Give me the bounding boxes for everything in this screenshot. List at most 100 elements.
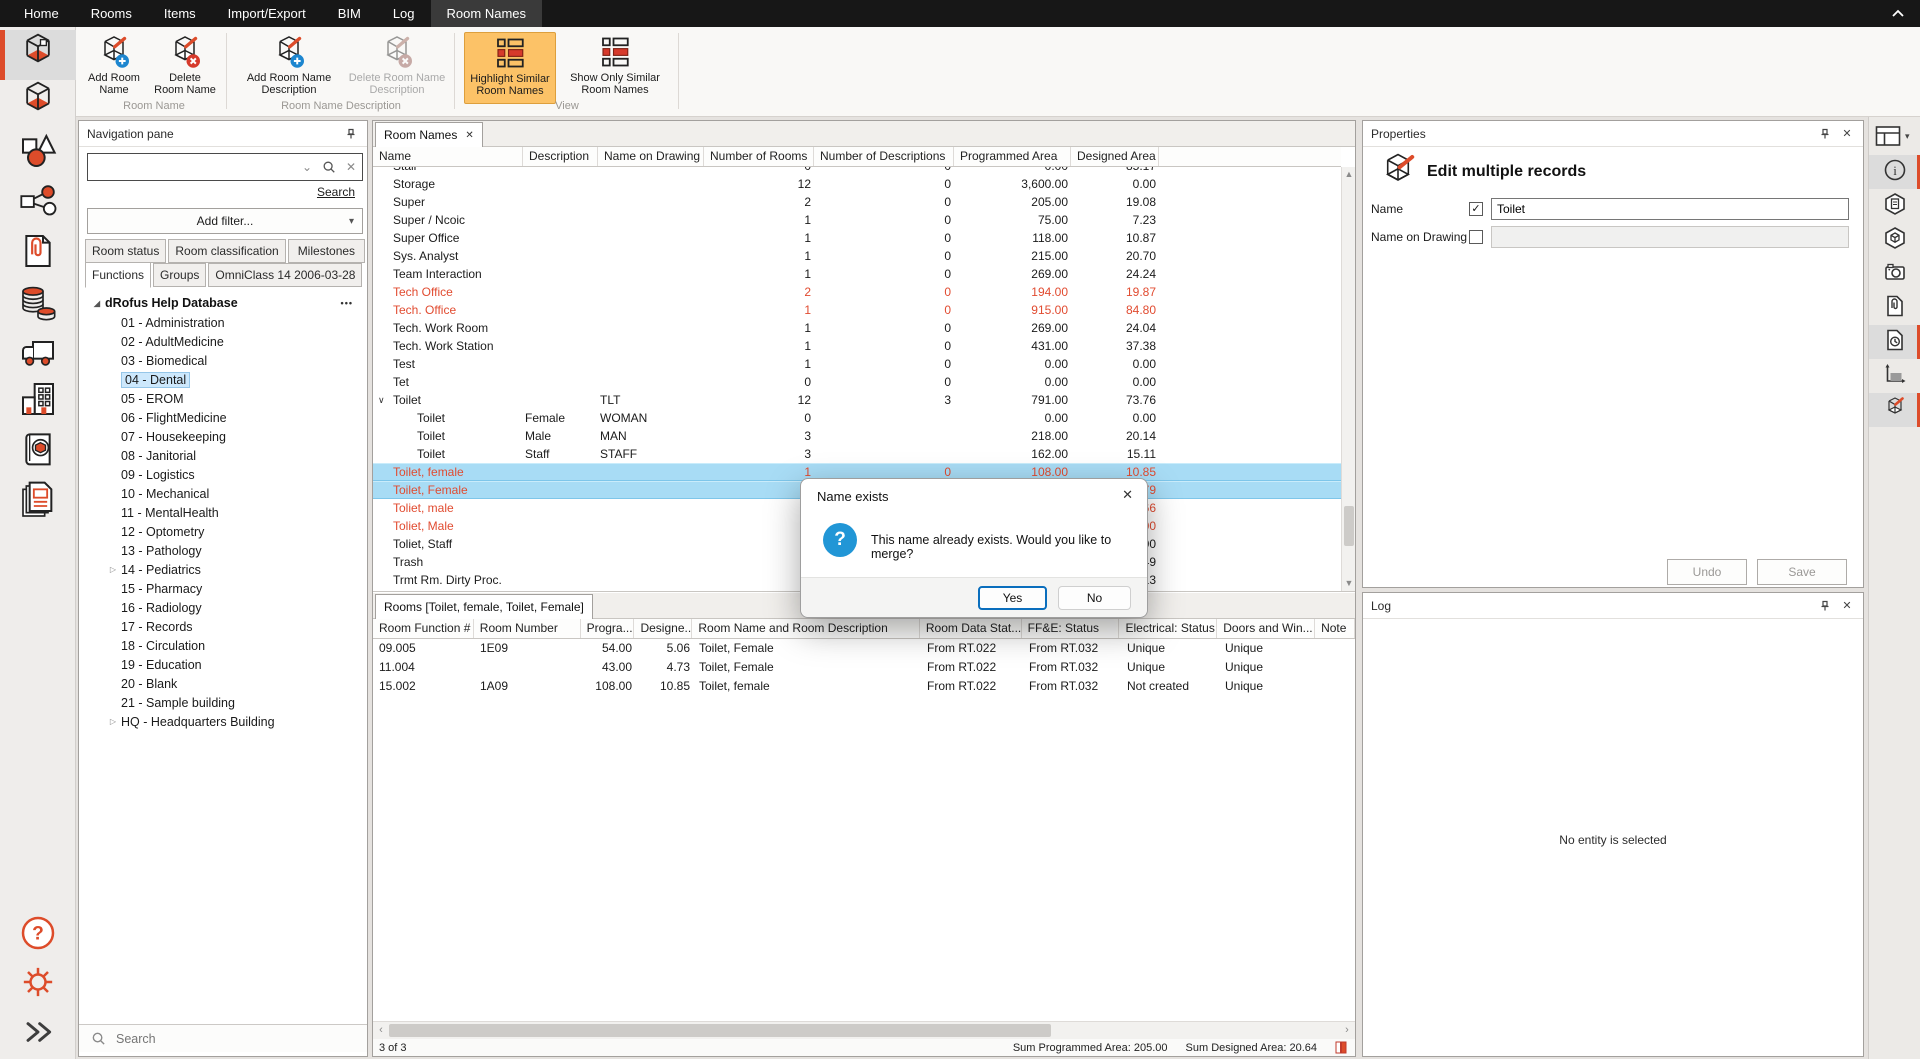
- tab-room-status[interactable]: Room status: [85, 239, 166, 263]
- table-row[interactable]: Storage1203,600.000.00: [373, 175, 1343, 193]
- column-header-name[interactable]: Name: [373, 147, 523, 166]
- sidebar-item-finance[interactable]: [0, 280, 76, 330]
- sidebar-item-items[interactable]: [0, 128, 76, 178]
- tool-item-attachments[interactable]: [1869, 291, 1920, 325]
- table-row[interactable]: Tech. Work Room10269.0024.04: [373, 319, 1343, 337]
- search-dropdown-icon[interactable]: ⌄: [296, 160, 318, 174]
- column-header-room-number[interactable]: Room Number: [474, 619, 581, 638]
- tree-item[interactable]: 15 - Pharmacy: [79, 579, 367, 598]
- tree-item[interactable]: 04 - Dental: [79, 370, 367, 389]
- column-header-room-name-and-room-description[interactable]: Room Name and Room Description: [692, 619, 920, 638]
- tool-item-graph[interactable]: [1869, 359, 1920, 393]
- search-icon[interactable]: [318, 160, 340, 175]
- titlebar-tab-import-export[interactable]: Import/Export: [212, 0, 322, 27]
- sidebar-item-reports[interactable]: [0, 478, 76, 528]
- sidebar-item-catalog[interactable]: [0, 428, 76, 478]
- checkbox-unchecked[interactable]: [1469, 230, 1483, 244]
- show-only-similar-room-names-button[interactable]: Show Only Similar Room Names: [560, 32, 670, 104]
- tab-rooms[interactable]: Rooms [Toilet, female, Toilet, Female]: [375, 594, 593, 619]
- tool-item-images[interactable]: [1869, 257, 1920, 291]
- tree-item[interactable]: 21 - Sample building: [79, 693, 367, 712]
- layout-button[interactable]: ▾: [1875, 125, 1910, 147]
- tab-room-classification[interactable]: Room classification: [168, 239, 285, 263]
- sidebar-item-systems[interactable]: [0, 179, 76, 229]
- sidebar-item-expand[interactable]: [0, 1009, 76, 1059]
- scroll-left-icon[interactable]: ‹: [373, 1022, 389, 1040]
- column-header-room-data-stat-[interactable]: Room Data Stat...: [920, 619, 1022, 638]
- table-row[interactable]: Super20205.0019.08: [373, 193, 1343, 211]
- room-row[interactable]: 11.00443.004.73Toilet, FemaleFrom RT.022…: [373, 658, 1357, 677]
- sidebar-item-room-function[interactable]: [0, 78, 76, 128]
- tool-item-model[interactable]: [1869, 223, 1920, 257]
- tree-item[interactable]: 03 - Biomedical: [79, 351, 367, 370]
- add-filter-button[interactable]: Add filter... ▾: [87, 208, 363, 234]
- table-row[interactable]: Tet000.000.00: [373, 373, 1343, 391]
- column-header-programmed-area[interactable]: Programmed Area: [954, 147, 1071, 166]
- sidebar-item-settings[interactable]: [0, 959, 76, 1009]
- tree-item[interactable]: 02 - AdultMedicine: [79, 332, 367, 351]
- no-button[interactable]: No: [1058, 586, 1131, 610]
- add-room-name-button[interactable]: Add Room Name: [82, 32, 146, 104]
- tree-item[interactable]: 17 - Records: [79, 617, 367, 636]
- scrollbar-thumb[interactable]: [389, 1024, 1051, 1037]
- tree-item[interactable]: 08 - Janitorial: [79, 446, 367, 465]
- close-icon[interactable]: ✕: [465, 130, 473, 141]
- column-header-room-function-[interactable]: Room Function #: [373, 619, 474, 638]
- titlebar-tab-rooms[interactable]: Rooms: [75, 0, 148, 27]
- tab-functions[interactable]: Functions: [85, 262, 151, 288]
- search-link[interactable]: Search: [317, 185, 355, 199]
- sidebar-item-help[interactable]: ?: [0, 910, 76, 960]
- table-row[interactable]: Team Interaction10269.0024.24: [373, 265, 1343, 283]
- tree-expanded-icon[interactable]: ◢: [91, 299, 103, 308]
- titlebar-tab-items[interactable]: Items: [148, 0, 212, 27]
- table-row[interactable]: Test100.000.00: [373, 355, 1343, 373]
- tab-groups[interactable]: Groups: [153, 263, 206, 287]
- tab-room-names[interactable]: Room Names ✕: [375, 122, 483, 147]
- sidebar-item-rooms[interactable]: [0, 30, 76, 80]
- table-row[interactable]: Tech. Work Station10431.0037.38: [373, 337, 1343, 355]
- pin-icon[interactable]: [1817, 126, 1833, 142]
- field-input-name-on-drawing[interactable]: [1491, 226, 1849, 248]
- tree-root[interactable]: ◢dRofus Help Database•••: [79, 293, 367, 313]
- table-row[interactable]: Sys. Analyst10215.0020.70: [373, 247, 1343, 265]
- column-header-progra-[interactable]: Progra...: [581, 619, 635, 638]
- scroll-right-icon[interactable]: ›: [1339, 1022, 1355, 1040]
- tree-item[interactable]: 01 - Administration: [79, 313, 367, 332]
- tree-item[interactable]: 18 - Circulation: [79, 636, 367, 655]
- tree-item[interactable]: 19 - Education: [79, 655, 367, 674]
- table-row[interactable]: Super Office10118.0010.87: [373, 229, 1343, 247]
- scroll-up-icon[interactable]: ▲: [1342, 167, 1356, 182]
- tree-item[interactable]: 11 - MentalHealth: [79, 503, 367, 522]
- sidebar-item-building[interactable]: [0, 376, 76, 426]
- tree-item[interactable]: 07 - Housekeeping: [79, 427, 367, 446]
- close-icon[interactable]: ✕: [1839, 126, 1855, 142]
- tree-item[interactable]: 09 - Logistics: [79, 465, 367, 484]
- ribbon-collapse-icon[interactable]: [1890, 6, 1906, 22]
- titlebar-tab-room-names[interactable]: Room Names: [431, 0, 542, 27]
- tree-item[interactable]: ▷HQ - Headquarters Building: [79, 712, 367, 731]
- field-input-name[interactable]: [1491, 198, 1849, 220]
- column-header-number-of-descriptions[interactable]: Number of Descriptions: [814, 147, 954, 166]
- yes-button[interactable]: Yes: [978, 586, 1047, 610]
- tree-collapsed-icon[interactable]: ▷: [107, 565, 119, 574]
- table-row[interactable]: Tech. Office10915.0084.80: [373, 301, 1343, 319]
- tree-item[interactable]: 13 - Pathology: [79, 541, 367, 560]
- scroll-down-icon[interactable]: ▼: [1342, 576, 1356, 591]
- nav-bottom-search-input[interactable]: [116, 1032, 367, 1046]
- tree-item[interactable]: 10 - Mechanical: [79, 484, 367, 503]
- table-row[interactable]: ToiletFemaleWOMAN00.000.00: [373, 409, 1343, 427]
- nav-search-input[interactable]: [88, 155, 296, 179]
- tree-item[interactable]: 16 - Radiology: [79, 598, 367, 617]
- pin-icon[interactable]: [1817, 598, 1833, 614]
- room-row[interactable]: 15.0021A09108.0010.85Toilet, femaleFrom …: [373, 677, 1357, 696]
- save-button[interactable]: Save: [1757, 559, 1847, 585]
- column-header-ff-e-status[interactable]: FF&E: Status: [1022, 619, 1120, 638]
- tree-item[interactable]: 06 - FlightMedicine: [79, 408, 367, 427]
- column-header-designe-[interactable]: Designe...: [634, 619, 692, 638]
- vertical-scrollbar[interactable]: ▲ ▼: [1341, 167, 1355, 591]
- tool-item-datasheet[interactable]: [1869, 189, 1920, 223]
- titlebar-tab-log[interactable]: Log: [377, 0, 431, 27]
- column-header-number-of-rooms[interactable]: Number of Rooms: [704, 147, 814, 166]
- room-row[interactable]: 09.0051E0954.005.06Toilet, FemaleFrom RT…: [373, 639, 1357, 658]
- undo-button[interactable]: Undo: [1667, 559, 1747, 585]
